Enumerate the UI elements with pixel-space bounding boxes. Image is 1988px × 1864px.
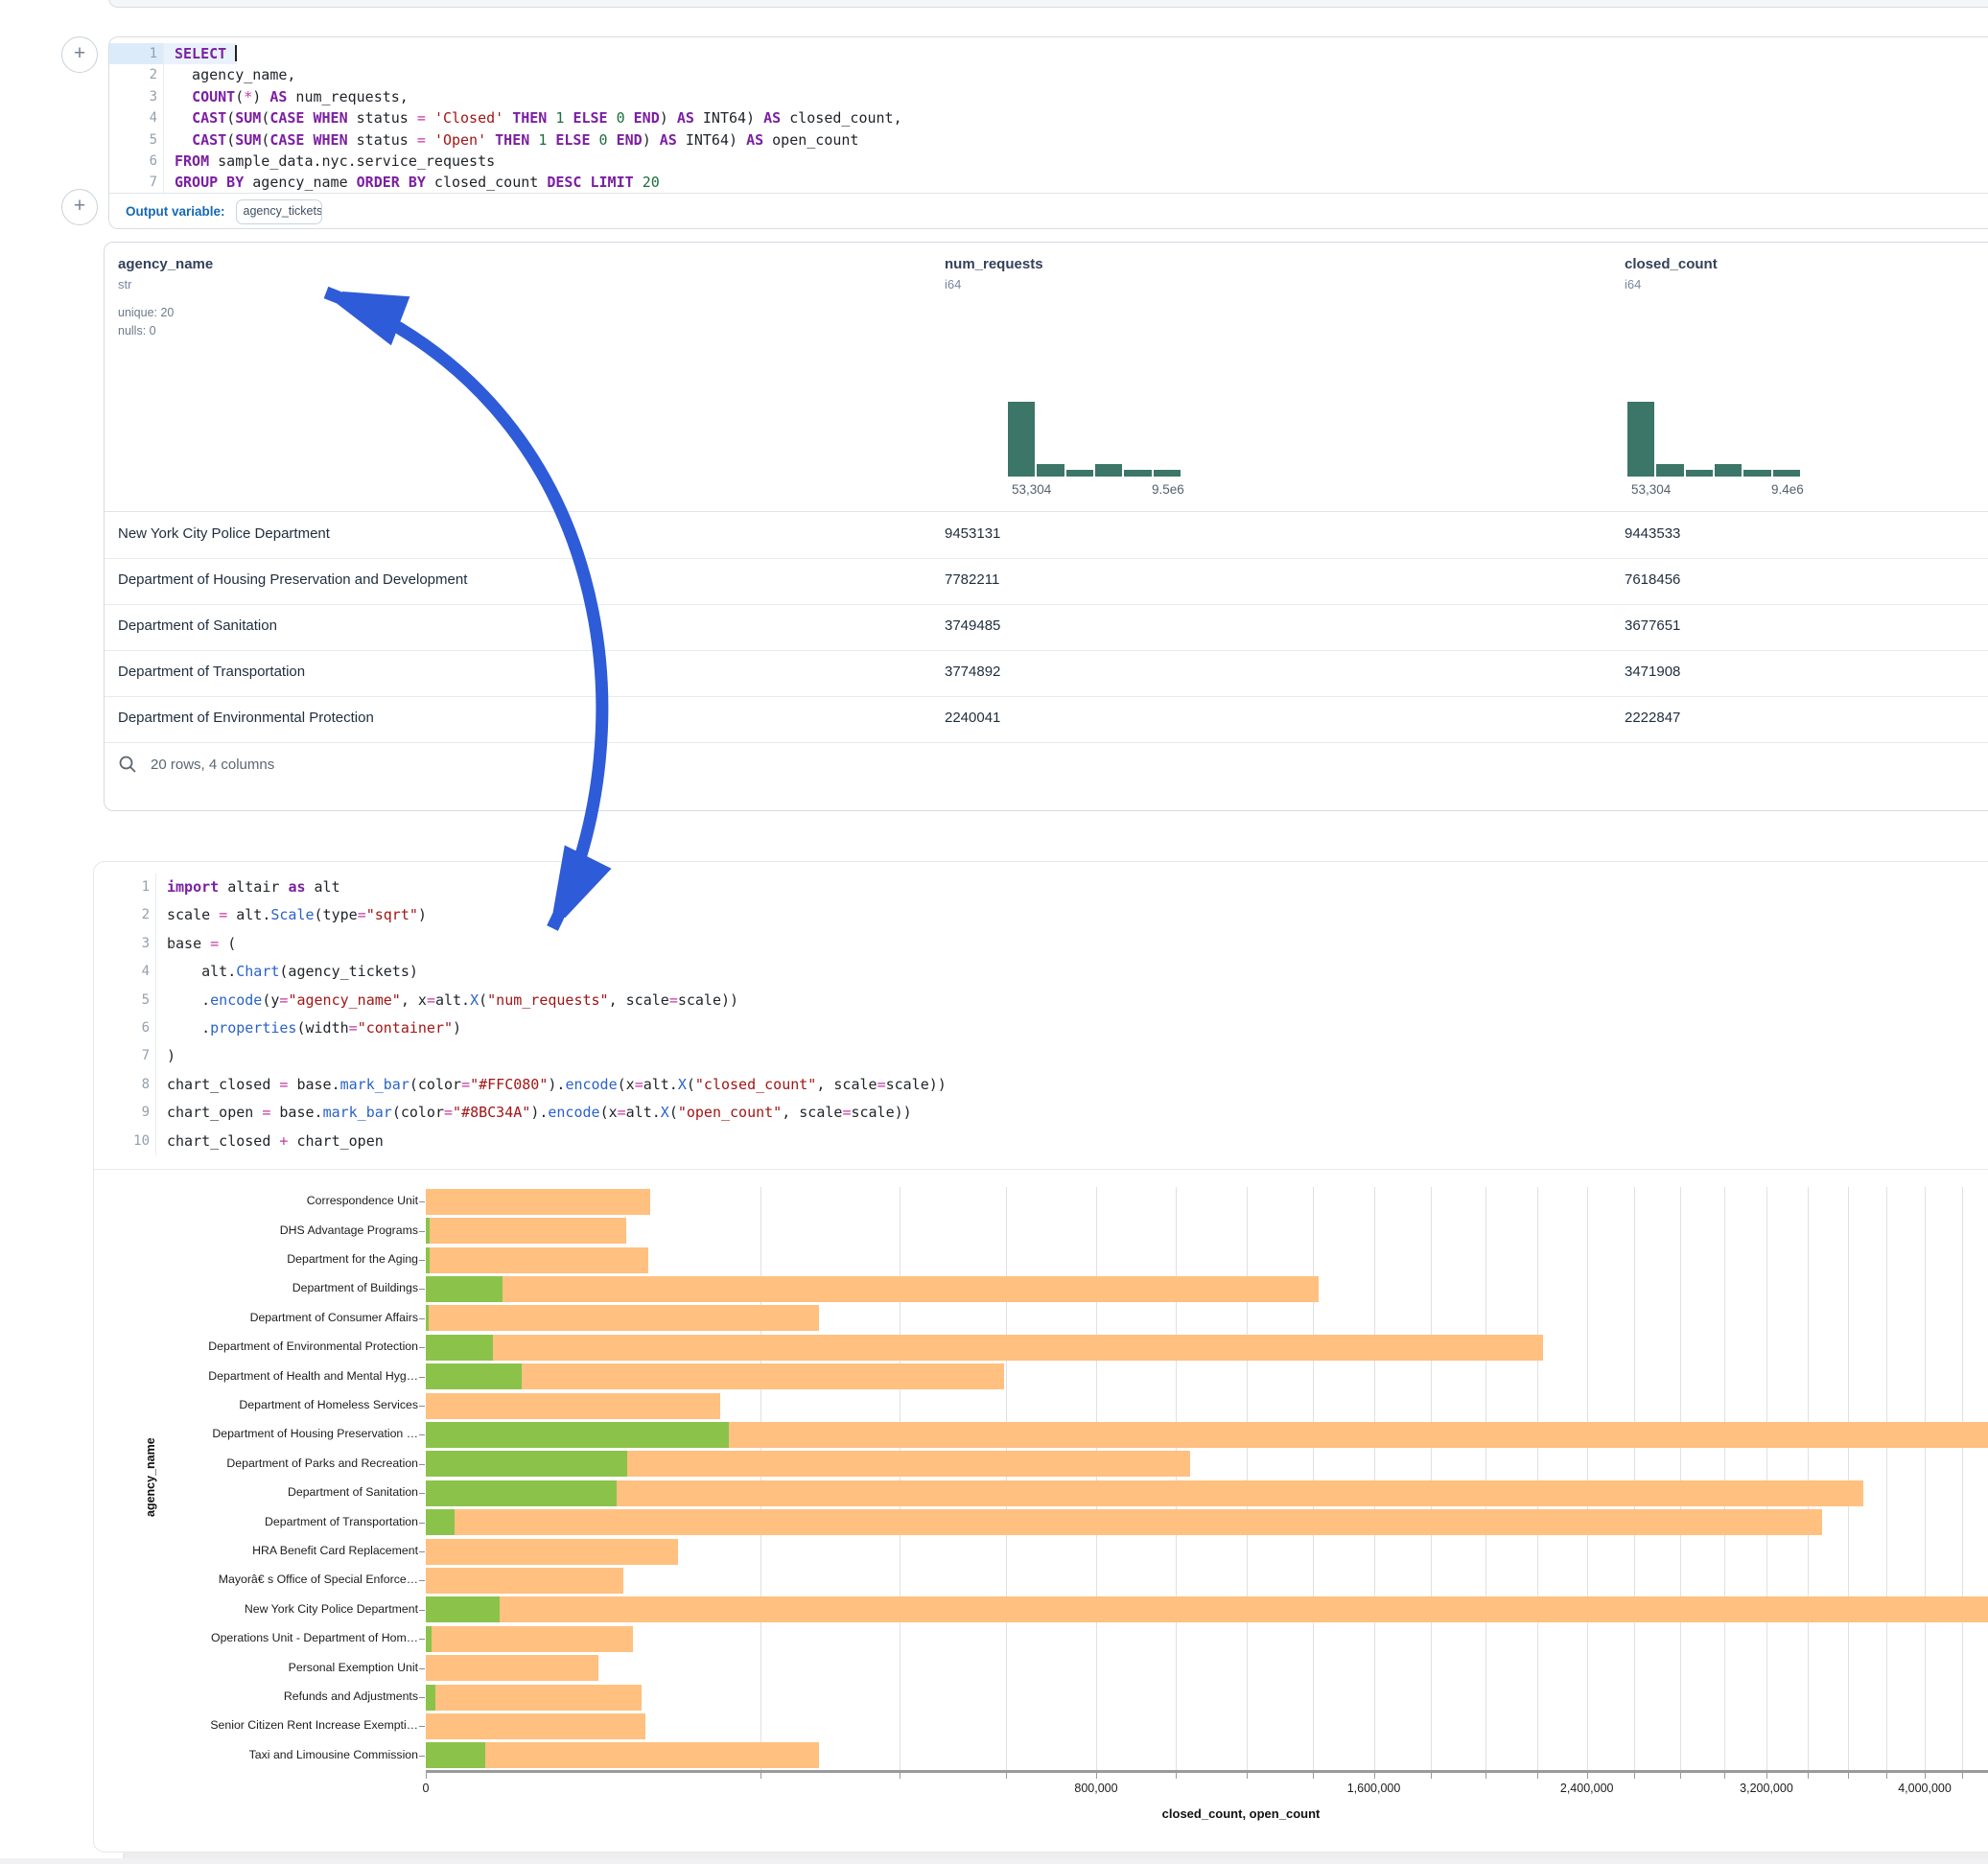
histogram-bar xyxy=(1656,464,1683,477)
table-cell: 9453131 xyxy=(945,525,1000,542)
table-cell: 2222847 xyxy=(1625,710,1680,726)
histogram-bar xyxy=(1008,402,1035,477)
column-type: i64 xyxy=(945,277,961,291)
page-bottom-band xyxy=(0,1858,1988,1864)
line-number: 9 xyxy=(94,1099,156,1127)
table-cell: 3774892 xyxy=(945,664,1000,680)
notebook-page: + + 1⌄SELECT 2 agency_name,3 COUNT(*) AS… xyxy=(0,0,1988,1864)
code-output-divider xyxy=(94,1169,1988,1170)
arrow-path xyxy=(326,292,602,928)
column-histogram xyxy=(1008,402,1181,477)
table-cell: 3749485 xyxy=(945,617,1000,634)
histogram-bar xyxy=(1037,464,1064,477)
code-text: chart_closed = base.mark_bar(color="#FFC… xyxy=(156,1071,947,1099)
histogram-bar xyxy=(1743,470,1770,477)
histogram-bar xyxy=(1066,470,1093,477)
histogram-bar xyxy=(1627,402,1654,477)
code-line[interactable]: 9chart_open = base.mark_bar(color="#8BC3… xyxy=(94,1099,1988,1127)
histogram-min-label: 53,304 xyxy=(1631,482,1671,497)
code-text: chart_closed + chart_open xyxy=(156,1128,384,1155)
code-line[interactable]: 10chart_closed + chart_open xyxy=(94,1128,1988,1155)
table-cell: 3471908 xyxy=(1625,664,1680,680)
column-header[interactable]: num_requests xyxy=(945,256,1043,272)
histogram-min-label: 53,304 xyxy=(1012,482,1051,497)
histogram-max-label: 9.5e6 xyxy=(1152,482,1184,497)
table-cell: 7782211 xyxy=(945,571,999,588)
table-cell: 7618456 xyxy=(1625,571,1680,588)
line-number: 8 xyxy=(94,1071,156,1099)
table-cell: 3677651 xyxy=(1625,617,1680,634)
table-cell: 9443533 xyxy=(1625,525,1680,542)
column-histogram xyxy=(1627,402,1800,477)
histogram-bar xyxy=(1686,470,1713,477)
column-type: i64 xyxy=(1625,277,1641,291)
column-header[interactable]: closed_count xyxy=(1625,256,1718,272)
histogram-bar xyxy=(1124,470,1151,477)
histogram-max-label: 9.4e6 xyxy=(1771,482,1804,497)
table-cell: 2240041 xyxy=(945,710,1000,726)
line-number: 10 xyxy=(94,1128,156,1155)
annotation-arrow xyxy=(0,0,786,1055)
histogram-bar xyxy=(1773,470,1800,477)
code-text: chart_open = base.mark_bar(color="#8BC34… xyxy=(156,1099,912,1127)
histogram-bar xyxy=(1154,470,1181,477)
histogram-bar xyxy=(1095,464,1122,477)
code-line[interactable]: 8chart_closed = base.mark_bar(color="#FF… xyxy=(94,1071,1988,1099)
histogram-bar xyxy=(1715,464,1742,477)
